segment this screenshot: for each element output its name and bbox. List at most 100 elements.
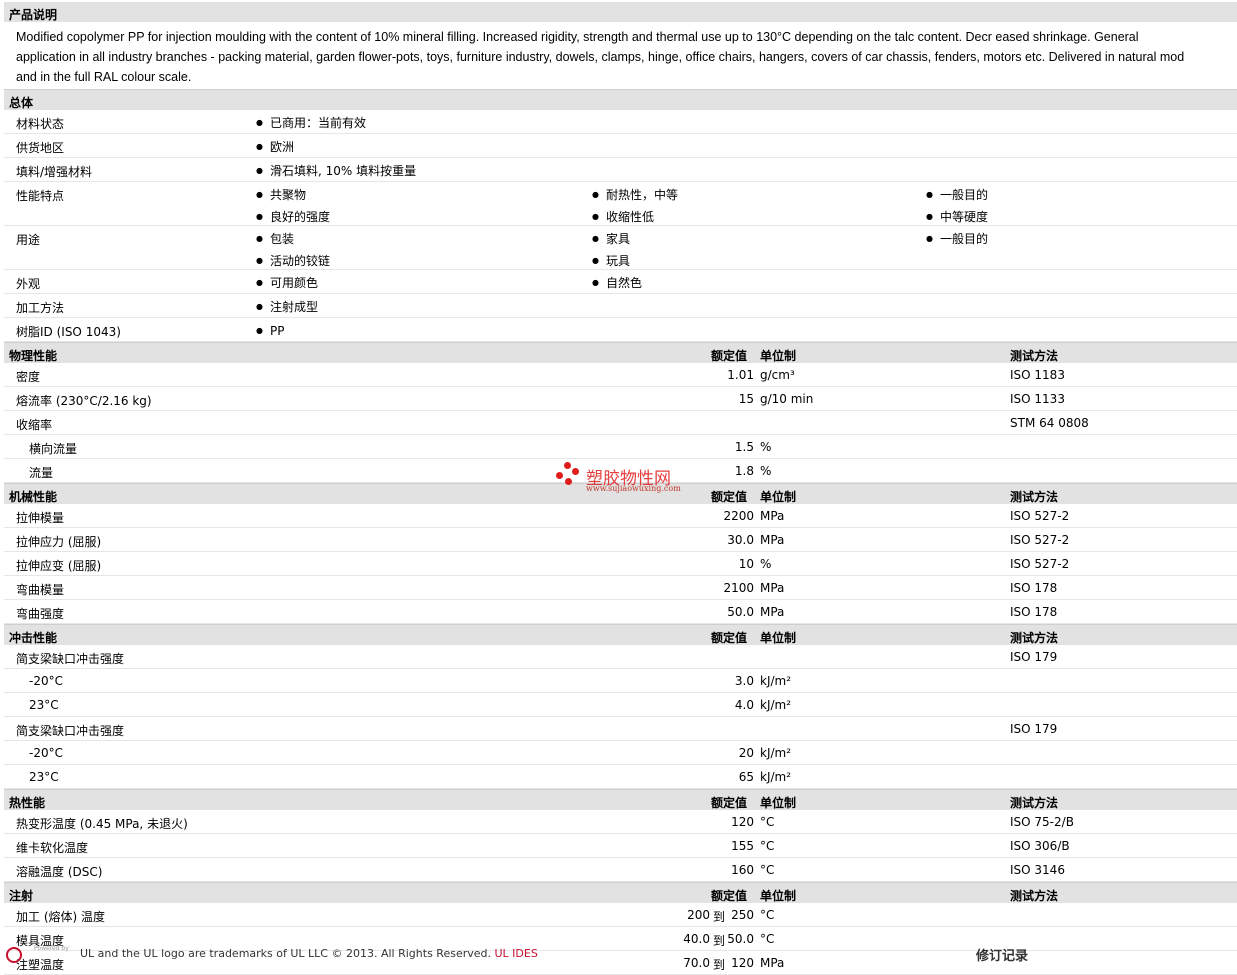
property-label: 供货地区 <box>16 141 65 155</box>
property-unit: % <box>760 440 772 454</box>
test-method: ISO 527-2 <box>1010 509 1070 523</box>
bullet-item: 一般目的 <box>926 229 988 251</box>
column-header-unit: 单位制 <box>760 796 797 810</box>
test-method: ISO 178 <box>1010 581 1058 595</box>
property-label: 用途 <box>16 233 41 247</box>
property-unit: MPa <box>760 956 785 970</box>
column-header-method: 测试方法 <box>1010 349 1059 363</box>
property-value: 3.0 <box>734 674 754 688</box>
test-method: ISO 1133 <box>1010 392 1065 406</box>
property-unit: °C <box>760 839 775 853</box>
property-row: 简支梁缺口冲击强度 ISO 179 <box>4 717 1237 741</box>
property-label: 简支梁缺口冲击强度 <box>16 724 125 738</box>
test-method: ISO 1183 <box>1010 368 1065 382</box>
property-label: 热变形温度 (0.45 MPa, 未退火) <box>16 817 188 831</box>
property-value: 10 <box>738 557 754 571</box>
property-label: 收缩率 <box>16 418 53 432</box>
bullet-list: 自然色 <box>592 273 642 295</box>
section-header-thermal: 热性能 额定值 单位制 测试方法 <box>4 789 1237 810</box>
test-method: ISO 527-2 <box>1010 533 1070 547</box>
section-header-general: 总体 <box>4 89 1237 110</box>
property-unit: g/cm³ <box>760 368 795 382</box>
ul-ides-link[interactable]: UL IDES <box>495 947 538 960</box>
general-row: 材料状态 已商用：当前有效 <box>4 110 1237 134</box>
property-label: 外观 <box>16 277 41 291</box>
column-header-value: 额定值 <box>711 631 748 645</box>
bullet-item: 已商用：当前有效 <box>256 113 366 135</box>
property-value: 20 <box>738 746 754 760</box>
trademark-text: UL and the UL logo are trademarks of UL … <box>80 947 538 960</box>
property-unit: kJ/m² <box>760 674 792 688</box>
property-label: 流量 <box>29 466 54 480</box>
property-row: 简支梁缺口冲击强度 ISO 179 <box>4 645 1237 669</box>
property-label: 溶融温度 (DSC) <box>16 865 103 879</box>
column-header-value: 额定值 <box>711 889 748 903</box>
bullet-item: 共聚物 <box>256 185 330 207</box>
property-row: 横向流量 1.5% <box>4 435 1237 459</box>
column-header-unit: 单位制 <box>760 631 797 645</box>
column-header-value: 额定值 <box>711 490 748 504</box>
property-row: 23°C 4.0 kJ/m² <box>4 693 1237 717</box>
ul-logo-icon <box>6 947 22 963</box>
bullet-item: 滑石填料, 10% 填料按重量 <box>256 161 416 183</box>
bullet-list: 滑石填料, 10% 填料按重量 <box>256 161 416 183</box>
property-value: 120 <box>731 815 754 829</box>
property-row: 熔流率 (230°C/2.16 kg) 15 g/10 min ISO 1133 <box>4 387 1237 411</box>
property-label: 密度 <box>16 370 41 384</box>
footer: Powered by UL and the UL logo are tradem… <box>0 943 1237 964</box>
property-unit: °C <box>760 908 775 922</box>
property-row: 加工 (熔体) 温度 200 到 250 °C <box>4 903 1237 927</box>
section-title: 热性能 <box>9 796 46 810</box>
property-label: 简支梁缺口冲击强度 <box>16 652 125 666</box>
description-line: Modified copolymer PP for injection moul… <box>16 30 1139 44</box>
bullet-item: PP <box>256 321 284 343</box>
property-row: 溶融温度 (DSC) 160 °C ISO 3146 <box>4 858 1237 882</box>
property-row: 拉伸应力 (屈服) 30.0 MPa ISO 527-2 <box>4 528 1237 552</box>
property-label: 横向流量 <box>29 442 78 456</box>
column-header-unit: 单位制 <box>760 490 797 504</box>
section-title: 产品说明 <box>9 8 58 22</box>
property-label: 加工方法 <box>16 301 65 315</box>
property-row: 23°C 65 kJ/m² <box>4 765 1237 789</box>
property-row: 弯曲强度 50.0 MPa ISO 178 <box>4 600 1237 624</box>
bullet-item: 欧洲 <box>256 137 294 159</box>
property-unit: MPa <box>760 533 785 547</box>
column-header-method: 测试方法 <box>1010 796 1059 810</box>
property-label: 拉伸模量 <box>16 511 65 525</box>
section-title: 总体 <box>9 96 34 110</box>
section-header-impact: 冲击性能 额定值 单位制 测试方法 <box>4 624 1237 645</box>
range-min: 70.0 <box>683 956 710 970</box>
bullet-item: 耐热性，中等 <box>592 185 678 207</box>
test-method: ISO 306/B <box>1010 839 1070 853</box>
property-unit: % <box>760 464 772 478</box>
property-value: 1.8 <box>734 464 754 478</box>
column-header-unit: 单位制 <box>760 889 797 903</box>
general-row: 外观 可用颜色 自然色 <box>4 270 1237 294</box>
property-label: 弯曲强度 <box>16 607 65 621</box>
property-value: 250 <box>731 908 754 922</box>
general-row: 供货地区 欧洲 <box>4 134 1237 158</box>
range-min: 200 <box>687 908 710 922</box>
bullet-item: 家具 <box>592 229 630 251</box>
property-unit: kJ/m² <box>760 770 792 784</box>
bullet-item: 包装 <box>256 229 330 251</box>
bullet-list: 一般目的 <box>926 229 988 251</box>
bullet-list: 可用颜色 <box>256 273 318 295</box>
section-title: 冲击性能 <box>9 631 58 645</box>
property-unit: MPa <box>760 509 785 523</box>
property-row: 收缩率 STM 64 0808 <box>4 411 1237 435</box>
bullet-list: 家具玩具 <box>592 229 630 273</box>
test-method: ISO 3146 <box>1010 863 1065 877</box>
property-row: -20°C 3.0 kJ/m² <box>4 669 1237 693</box>
property-label: 加工 (熔体) 温度 <box>16 910 105 924</box>
bullet-list: 已商用：当前有效 <box>256 113 366 135</box>
property-label: 熔流率 (230°C/2.16 kg) <box>16 394 152 408</box>
section-title: 注射 <box>9 889 34 903</box>
property-row: -20°C 20 kJ/m² <box>4 741 1237 765</box>
property-row: 热变形温度 (0.45 MPa, 未退火) 120 °C ISO 75-2/B <box>4 810 1237 834</box>
property-row: 维卡软化温度 155 °C ISO 306/B <box>4 834 1237 858</box>
property-label: 拉伸应力 (屈服) <box>16 535 102 549</box>
property-unit: kJ/m² <box>760 698 792 712</box>
property-label: -20°C <box>29 674 63 688</box>
property-label: 注塑温度 <box>16 958 65 972</box>
